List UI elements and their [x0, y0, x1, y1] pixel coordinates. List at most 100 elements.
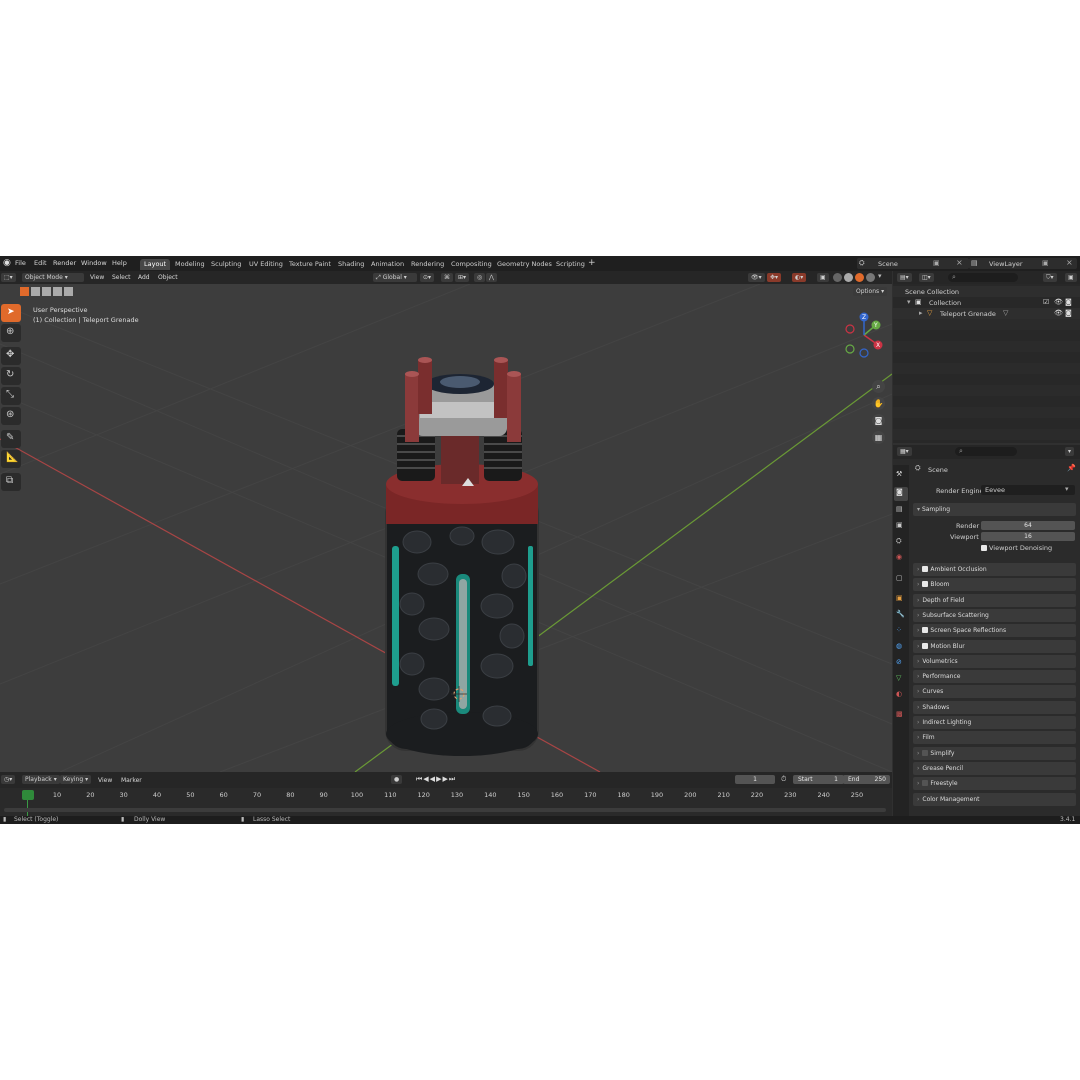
- data-tab-icon[interactable]: ▽: [896, 674, 901, 682]
- annotate-tool-button[interactable]: ✎: [1, 430, 21, 448]
- render-samples-field[interactable]: 64: [981, 521, 1075, 530]
- tool-tab-icon[interactable]: ⚒: [896, 470, 902, 478]
- rendered-shading-icon[interactable]: [866, 273, 875, 282]
- output-tab-icon[interactable]: ▤: [896, 505, 903, 513]
- hand-pan-icon[interactable]: ✋: [872, 397, 885, 410]
- panel-screen-space-reflections[interactable]: › Screen Space Reflections: [913, 624, 1076, 638]
- material-shading-icon[interactable]: [855, 273, 864, 282]
- tab-geometry-nodes[interactable]: Geometry Nodes: [493, 259, 556, 270]
- select-invert-icon[interactable]: [53, 287, 62, 296]
- panel-motion-blur[interactable]: › Motion Blur: [913, 639, 1076, 653]
- eye-icon[interactable]: 👁: [1054, 309, 1063, 317]
- material-tab-icon[interactable]: ◐: [896, 690, 902, 698]
- tab-compositing[interactable]: Compositing: [447, 259, 496, 270]
- current-frame-field[interactable]: 1: [735, 775, 775, 784]
- measure-tool-button[interactable]: 📐: [1, 450, 21, 468]
- panel-sampling[interactable]: ▾ Sampling: [913, 503, 1076, 516]
- solid-shading-icon[interactable]: [844, 273, 853, 282]
- shading-options-icon[interactable]: ▾: [878, 272, 882, 280]
- outliner-editor-type-icon[interactable]: ▤▾: [897, 273, 912, 282]
- cursor-tool-button[interactable]: ⊕: [1, 324, 21, 342]
- timeline-scrollbar[interactable]: [4, 808, 886, 812]
- scene-tab-icon[interactable]: ⛭: [896, 537, 902, 546]
- close-icon[interactable]: ×: [1066, 258, 1073, 267]
- filter-icon[interactable]: ⛉▾: [1043, 273, 1057, 282]
- 3d-viewport[interactable]: User Perspective (1) Collection | Telepo…: [0, 284, 892, 772]
- playback-controls[interactable]: ⏮◀◀▶▶⏭: [416, 775, 456, 784]
- gizmo-icon[interactable]: ✥▾: [767, 273, 782, 282]
- view-layer-selector[interactable]: ▤ ViewLayer ▣ ×: [969, 258, 1077, 269]
- properties-editor-type-icon[interactable]: ▦▾: [897, 447, 912, 456]
- outliner-row-teleport-grenade[interactable]: ▸ ▽ Teleport Grenade ▽ 👁 ◙: [893, 308, 1080, 319]
- scale-tool-button[interactable]: ⤡: [1, 387, 21, 405]
- texture-tab-icon[interactable]: ▩: [896, 710, 903, 718]
- pin-icon[interactable]: 📌: [1067, 464, 1076, 472]
- menu-view[interactable]: View: [90, 274, 104, 281]
- tab-layout[interactable]: Layout: [140, 259, 171, 270]
- timeline-marker-menu[interactable]: Marker: [121, 777, 142, 784]
- viewport-samples-field[interactable]: 16: [981, 532, 1075, 541]
- panel-ambient-occlusion[interactable]: › Ambient Occlusion: [913, 563, 1076, 576]
- checkbox-icon[interactable]: [922, 749, 929, 756]
- panel-performance[interactable]: › Performance: [913, 670, 1076, 684]
- start-frame-field[interactable]: Start 1: [793, 775, 844, 784]
- timeline[interactable]: 1102030405060708090100110120130140150160…: [0, 788, 892, 816]
- playhead[interactable]: [22, 790, 34, 800]
- snap-icon[interactable]: ⌘: [441, 273, 453, 282]
- record-icon[interactable]: ●: [391, 775, 403, 784]
- panel-freestyle[interactable]: › Freestyle: [913, 777, 1076, 791]
- menu-add[interactable]: Add: [138, 274, 150, 281]
- add-cube-tool-button[interactable]: ⧉: [1, 473, 21, 491]
- properties-search-input[interactable]: ⌕: [955, 447, 1017, 456]
- checkbox-icon[interactable]: [922, 566, 929, 572]
- blender-logo-icon[interactable]: ◉: [3, 258, 11, 268]
- checkbox-icon[interactable]: [922, 642, 929, 649]
- transform-tool-button[interactable]: ⊛: [1, 407, 21, 425]
- zoom-icon[interactable]: ⌕: [872, 380, 885, 393]
- panel-grease-pencil[interactable]: › Grease Pencil: [913, 761, 1076, 775]
- menu-object[interactable]: Object: [158, 274, 178, 281]
- playback-dropdown[interactable]: Playback ▾: [22, 775, 60, 784]
- panel-curves[interactable]: › Curves: [913, 685, 1076, 699]
- tab-scripting[interactable]: Scripting: [552, 259, 589, 270]
- particles-tab-icon[interactable]: ⁘: [896, 626, 902, 634]
- close-icon[interactable]: ×: [956, 258, 963, 267]
- editor-type-button[interactable]: ⬚▾: [1, 273, 16, 282]
- visibility-icon[interactable]: 👁▾: [748, 273, 765, 282]
- panel-volumetrics[interactable]: › Volumetrics: [913, 654, 1076, 668]
- new-collection-icon[interactable]: ▣: [1065, 273, 1077, 282]
- eye-icon[interactable]: 👁: [1054, 298, 1063, 306]
- falloff-icon[interactable]: ⋀: [486, 273, 497, 282]
- checkbox-icon[interactable]: [922, 627, 929, 634]
- checkbox-icon[interactable]: [922, 780, 929, 787]
- display-mode-icon[interactable]: ◫▾: [919, 273, 934, 282]
- menu-window[interactable]: Window: [81, 259, 107, 267]
- rotate-tool-button[interactable]: ↻: [1, 367, 21, 385]
- camera-icon[interactable]: ◙: [1065, 309, 1072, 317]
- move-tool-button[interactable]: ✥: [1, 347, 21, 365]
- checkbox-icon[interactable]: [922, 581, 929, 588]
- panel-depth-of-field[interactable]: › Depth of Field: [913, 593, 1076, 607]
- scene-selector[interactable]: ⛭ Scene ▣ ×: [857, 258, 969, 269]
- add-workspace-icon[interactable]: +: [588, 258, 596, 268]
- options-button[interactable]: Options ▾: [853, 287, 888, 296]
- panel-color-management[interactable]: › Color Management: [913, 792, 1076, 806]
- clock-icon[interactable]: ⏱: [781, 775, 786, 784]
- panel-film[interactable]: › Film: [913, 731, 1076, 745]
- chevron-right-icon[interactable]: ▸: [919, 309, 923, 317]
- chevron-down-icon[interactable]: ▾: [907, 298, 911, 306]
- panel-shadows[interactable]: › Shadows: [913, 700, 1076, 714]
- copy-icon[interactable]: ▣: [933, 259, 940, 267]
- outliner-row-scene-collection[interactable]: Scene Collection: [893, 286, 1080, 297]
- viewport-denoising-checkbox[interactable]: Viewport Denoising: [981, 544, 1075, 554]
- modifier-tab-icon[interactable]: 🔧: [896, 610, 905, 618]
- proportional-edit-icon[interactable]: ◎: [474, 273, 486, 282]
- menu-help[interactable]: Help: [112, 259, 127, 267]
- navigation-gizmo[interactable]: X Y Z: [840, 311, 888, 359]
- collection-tab-icon[interactable]: ▢: [896, 574, 903, 582]
- select-extend-icon[interactable]: [31, 287, 40, 296]
- panel-simplify[interactable]: › Simplify: [913, 746, 1076, 760]
- pivot-icon[interactable]: ⊙▾: [420, 273, 435, 282]
- tab-rendering[interactable]: Rendering: [407, 259, 448, 270]
- wireframe-shading-icon[interactable]: [833, 273, 842, 282]
